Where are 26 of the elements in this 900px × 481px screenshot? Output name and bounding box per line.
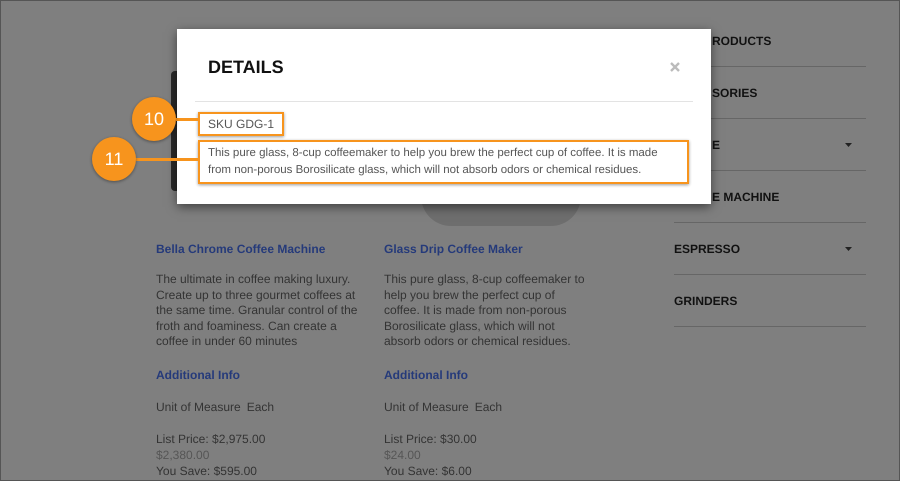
product-title[interactable]: Bella Chrome Coffee Machine: [156, 242, 364, 256]
savings-text: You Save: $595.00: [156, 462, 258, 478]
dialog-title: DETAILS: [208, 56, 284, 78]
close-icon[interactable]: [670, 62, 680, 72]
product-description: The ultimate in coffee making luxury. Create up to three gourmet coffees at the same time. Granular control of the froth and foaminess. Can create a coffee in under 60 minutes: [156, 272, 358, 350]
product-description: This pure glass, 8-cup coffeemaker to help you brew the perfect cup of coffee. It is made from non-porous Borosilicate glass, which will not absorb odors or chemical residues.: [384, 272, 586, 350]
section-heading: Additional Info: [384, 368, 469, 382]
description-text: This pure glass, 8-cup coffeemaker to help you brew the perfect cup of coffee. It is made from non-porous Borosilicate glass, which will not absorb odors or chemical residues.: [198, 140, 689, 184]
list-price: List Price: $30.00: [384, 430, 478, 446]
unit-label: Unit of Measure: [156, 400, 241, 414]
caret-icon: [845, 246, 852, 250]
unit-value: Each: [246, 400, 274, 414]
category-item[interactable]: GRINDERS: [674, 275, 866, 327]
product-title[interactable]: Glass Drip Coffee Maker: [384, 242, 592, 256]
callout-badge: 11: [92, 137, 136, 181]
sku-text: SKU GDG-1: [198, 112, 284, 136]
unit-value: Each: [474, 400, 502, 414]
savings-text: You Save: $6.00: [384, 462, 473, 478]
leader-line: [136, 158, 198, 161]
unit-label: Unit of Measure: [384, 400, 469, 414]
callout-badge: 10: [132, 97, 176, 141]
caret-icon: [845, 142, 852, 146]
leader-line: [176, 118, 198, 121]
list-price: List Price: $2,975.00: [156, 430, 266, 446]
section-heading: Additional Info: [156, 368, 241, 382]
category-item[interactable]: ESPRESSO: [674, 223, 866, 275]
